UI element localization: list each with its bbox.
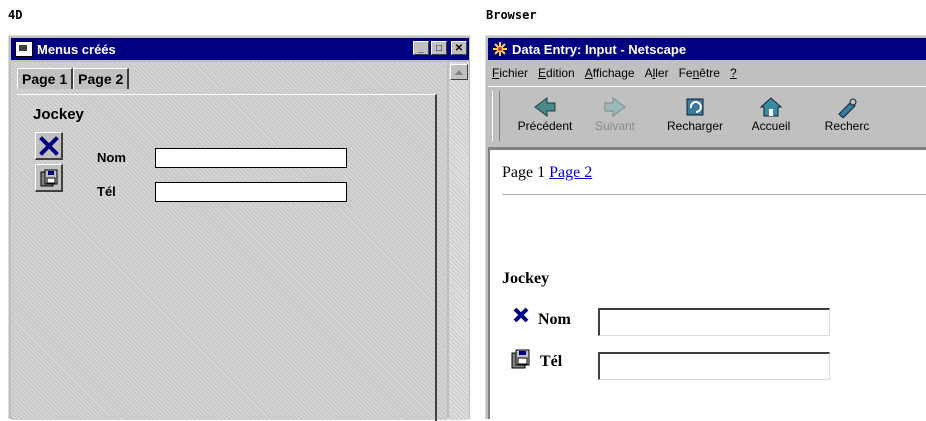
tel-input-browser[interactable] [598, 352, 830, 380]
close-button[interactable]: ✕ [451, 41, 467, 55]
save-disk-icon[interactable] [510, 348, 532, 370]
maximize-button[interactable]: □ [431, 41, 447, 55]
search-icon [838, 98, 857, 118]
scroll-up-button[interactable] [450, 64, 468, 80]
delete-button-4d[interactable] [35, 132, 63, 160]
toolbar-grip[interactable] [492, 91, 500, 141]
window-title-4d: Menus créés [37, 41, 116, 57]
back-button[interactable]: Précédent [510, 95, 580, 133]
menu-help[interactable]: ? [730, 66, 737, 80]
titlebar-browser[interactable]: Data Entry: Input - Netscape [488, 38, 926, 60]
tab-page-2[interactable]: Page 2 [73, 68, 130, 89]
back-arrow-icon [534, 97, 556, 117]
form-heading-browser: Jockey [502, 270, 550, 287]
label-tel-4d: Tél [97, 184, 116, 199]
menu-bar: Fichier Edition Affichage Aller Fenêtre … [492, 66, 737, 80]
home-button[interactable]: Accueil [736, 95, 806, 133]
scroll-up-arrow-icon [455, 70, 463, 75]
menu-fenetre[interactable]: Fenêtre [679, 66, 720, 80]
form-heading-4d: Jockey [33, 106, 84, 123]
app-window-icon [15, 41, 33, 57]
tab-page-1[interactable]: Page 1 [17, 68, 74, 89]
nom-field-4d[interactable] [155, 148, 347, 168]
tab-bar-4d: Page 1 Page 2 [17, 68, 130, 89]
home-icon [759, 97, 783, 117]
save-disk-icon [40, 169, 57, 186]
window-title-browser: Data Entry: Input - Netscape [512, 41, 687, 57]
page-content: Page 1 Page 2 Jockey Nom Tél [488, 148, 926, 419]
tel-field-4d[interactable] [155, 182, 347, 202]
window-4d: Menus créés _ □ ✕ Page 1 Page 2 Jockey N… [8, 35, 470, 421]
caption-4d: 4D [8, 8, 23, 22]
label-nom-browser: Nom [538, 311, 571, 328]
save-button-4d[interactable] [35, 164, 63, 192]
label-tel-browser: Tél [540, 353, 563, 370]
delete-x-icon[interactable] [512, 306, 530, 324]
search-button[interactable]: Recherc [812, 95, 882, 133]
forward-arrow-icon [604, 97, 626, 117]
tab-pane-4d [17, 94, 437, 421]
forward-button[interactable]: Suivant [580, 95, 650, 133]
page-nav: Page 1 Page 2 [502, 164, 592, 182]
menu-edition[interactable]: Edition [538, 66, 575, 80]
netscape-icon [493, 42, 507, 56]
delete-x-icon [38, 135, 59, 156]
reload-icon [686, 98, 704, 116]
reload-button[interactable]: Recharger [660, 95, 730, 133]
menu-fichier[interactable]: Fichier [492, 66, 528, 80]
label-nom-4d: Nom [97, 150, 126, 165]
window-browser: Data Entry: Input - Netscape Fichier Edi… [485, 35, 926, 419]
vertical-scrollbar-4d[interactable] [449, 62, 469, 420]
form-area-4d: Page 1 Page 2 Jockey Nom Tél [11, 62, 447, 421]
page-2-link[interactable]: Page 2 [549, 164, 592, 181]
titlebar-4d[interactable]: Menus créés _ □ ✕ [11, 38, 469, 60]
nom-input-browser[interactable] [598, 308, 830, 336]
menu-aller[interactable]: Aller [645, 66, 669, 80]
horizontal-rule [502, 194, 926, 196]
minimize-button[interactable]: _ [413, 41, 429, 55]
caption-browser: Browser [486, 8, 537, 22]
navigation-toolbar: Précédent Suivant Recharger Accueil Rech… [488, 86, 926, 148]
current-page-label: Page 1 [502, 164, 546, 181]
menu-affichage[interactable]: Affichage [585, 66, 635, 80]
